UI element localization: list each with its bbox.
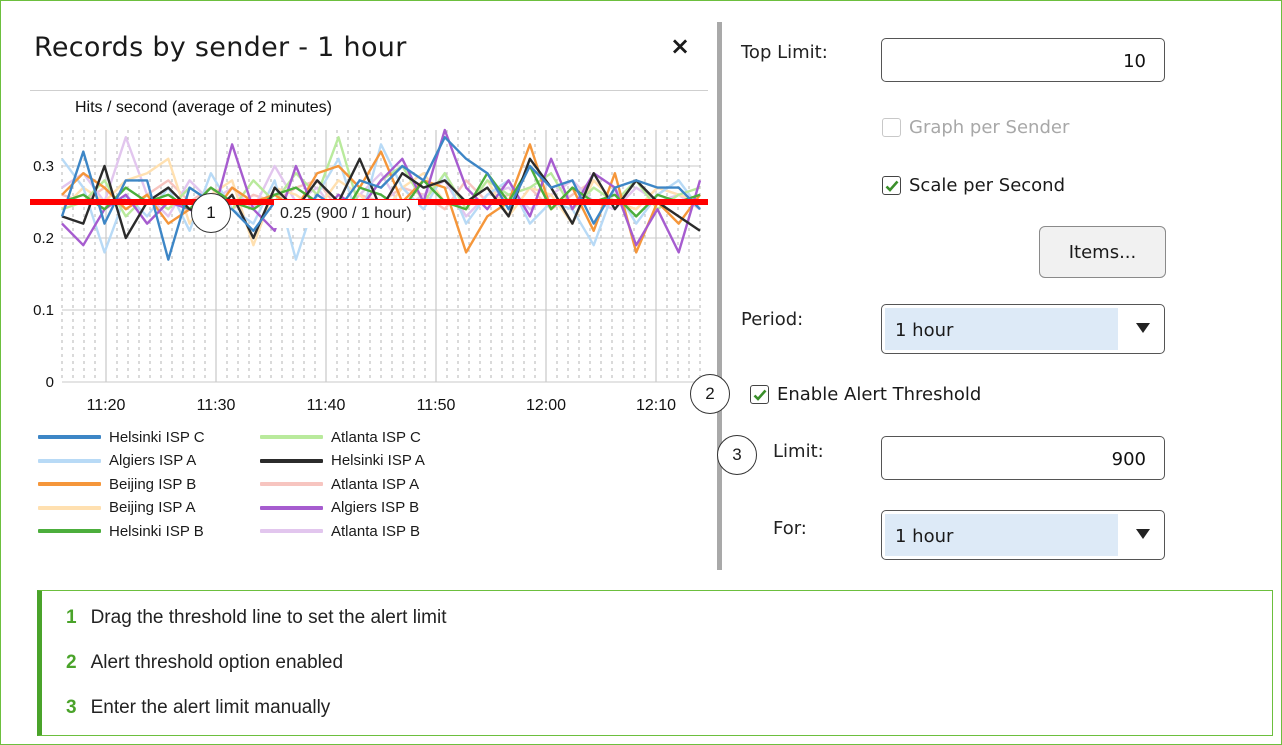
- x-tick-label: 11:50: [417, 397, 456, 414]
- callout-1: 1: [191, 193, 231, 233]
- notes-panel: 1 Drag the threshold line to set the aler…: [37, 590, 1273, 736]
- panel-divider[interactable]: [717, 22, 722, 570]
- period-label: Period:: [741, 309, 804, 330]
- x-tick-label: 12:00: [526, 397, 566, 414]
- checkbox-box: [882, 118, 901, 137]
- legend-item: Algiers ISP B: [260, 499, 419, 517]
- graph-per-sender-checkbox[interactable]: Graph per Sender: [882, 117, 1069, 138]
- note-number: 1: [66, 607, 77, 628]
- note-text: Drag the threshold line to set the alert…: [90, 607, 447, 628]
- legend-label: Atlanta ISP C: [331, 428, 421, 446]
- period-value: 1 hour: [885, 308, 1118, 350]
- legend-item: Helsinki ISP B: [38, 522, 204, 540]
- scale-per-second-label: Scale per Second: [909, 175, 1066, 196]
- legend-item: Atlanta ISP C: [260, 428, 421, 446]
- chevron-down-icon: [1136, 529, 1150, 539]
- x-axis-ticks: 11:20 11:30 11:40 11:50 12:00 12:10: [87, 397, 677, 414]
- note-number: 3: [66, 697, 77, 718]
- top-limit-label: Top Limit:: [741, 42, 828, 63]
- x-tick-label: 11:30: [197, 397, 236, 414]
- legend-swatch: [38, 529, 101, 533]
- note-2: 2 Alert threshold option enabled: [66, 652, 343, 674]
- checkmark-icon: [750, 385, 769, 404]
- chart-top-rule: [30, 90, 708, 91]
- legend-item: Atlanta ISP A: [260, 475, 419, 493]
- note-3: 3 Enter the alert limit manually: [66, 697, 330, 719]
- callout-2: 2: [690, 374, 730, 414]
- x-tick-label: 11:20: [87, 397, 126, 414]
- chevron-down-icon: [1136, 323, 1150, 333]
- note-text: Enter the alert limit manually: [90, 697, 331, 718]
- chart-series: [60, 128, 702, 261]
- legend-swatch: [260, 458, 323, 463]
- enable-alert-threshold-label: Enable Alert Threshold: [777, 384, 982, 405]
- threshold-tooltip: 0.25 (900 / 1 hour): [274, 200, 418, 228]
- panel-title: Records by sender - 1 hour: [34, 32, 407, 63]
- sender-chart: Hits / second (average of 2 minutes) 0.3…: [30, 99, 708, 414]
- legend-label: Helsinki ISP B: [109, 522, 204, 540]
- legend-swatch: [38, 458, 101, 463]
- period-select[interactable]: 1 hour: [881, 304, 1165, 354]
- y-tick-label: 0.3: [33, 158, 54, 175]
- note-1: 1 Drag the threshold line to set the aler…: [66, 607, 446, 629]
- legend-label: Algiers ISP B: [331, 499, 420, 516]
- legend-swatch: [260, 529, 323, 533]
- note-text: Alert threshold option enabled: [90, 652, 344, 673]
- legend-item: Beijing ISP A: [38, 499, 195, 517]
- x-tick-label: 12:10: [636, 397, 676, 414]
- legend-item: Helsinki ISP A: [260, 452, 425, 470]
- legend-swatch: [38, 435, 101, 439]
- legend-item: Helsinki ISP C: [38, 428, 205, 446]
- legend-swatch: [38, 505, 101, 510]
- legend-label: Helsinki ISP A: [331, 452, 425, 469]
- x-tick-label: 11:40: [307, 397, 346, 414]
- top-limit-input[interactable]: 10: [881, 38, 1165, 82]
- items-button[interactable]: Items...: [1039, 226, 1166, 278]
- legend-swatch: [260, 505, 323, 510]
- legend-swatch: [260, 435, 323, 439]
- chart-title: Hits / second (average of 2 minutes): [75, 99, 332, 116]
- for-label: For:: [773, 518, 807, 539]
- legend-item: Atlanta ISP B: [260, 522, 420, 540]
- legend-label: Atlanta ISP A: [331, 475, 420, 493]
- legend-swatch: [260, 482, 323, 486]
- note-number: 2: [66, 652, 77, 673]
- graph-per-sender-label: Graph per Sender: [909, 117, 1070, 138]
- legend-swatch: [38, 482, 101, 486]
- for-value: 1 hour: [885, 514, 1118, 556]
- y-tick-label: 0: [46, 374, 54, 391]
- y-tick-label: 0.1: [33, 302, 54, 319]
- legend-label: Atlanta ISP B: [331, 522, 420, 540]
- y-tick-label: 0.2: [33, 230, 54, 247]
- close-icon[interactable]: ×: [670, 34, 690, 58]
- legend-item: Algiers ISP A: [38, 452, 196, 470]
- limit-label: Limit:: [773, 441, 824, 462]
- checkmark-icon: [882, 176, 901, 195]
- for-select[interactable]: 1 hour: [881, 510, 1165, 560]
- legend-label: Helsinki ISP C: [109, 428, 205, 446]
- limit-input[interactable]: 900: [881, 436, 1165, 480]
- enable-alert-threshold-checkbox[interactable]: Enable Alert Threshold: [750, 384, 981, 405]
- legend-label: Beijing ISP B: [109, 475, 197, 493]
- chart-grid: [61, 130, 701, 383]
- scale-per-second-checkbox[interactable]: Scale per Second: [882, 175, 1065, 196]
- y-axis-ticks: 0.3 0.2 0.1 0: [33, 158, 54, 391]
- callout-3: 3: [717, 435, 757, 475]
- legend-label: Beijing ISP A: [109, 499, 196, 516]
- legend-label: Algiers ISP A: [109, 452, 197, 469]
- legend-item: Beijing ISP B: [38, 475, 196, 493]
